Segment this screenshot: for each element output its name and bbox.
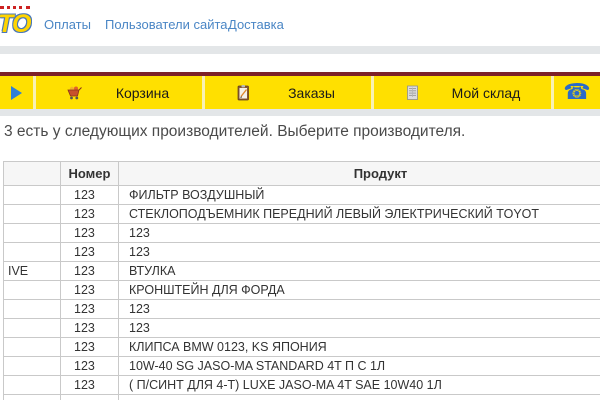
cell-number: 123 bbox=[61, 205, 119, 224]
cell-manufacturer bbox=[4, 186, 61, 205]
phone-contact-button[interactable]: ☎ bbox=[554, 76, 600, 109]
cell-product: 123 bbox=[119, 319, 600, 338]
orders-button[interactable]: Заказы bbox=[205, 76, 371, 109]
cell-product: КРОНШТЕЙН ДЛЯ ФОРДА bbox=[119, 281, 600, 300]
column-header-product: Продукт bbox=[119, 162, 600, 186]
table-row[interactable]: 123123 bbox=[4, 243, 600, 262]
manufacturers-table: Номер Продукт 123ФИЛЬТР ВОЗДУШНЫЙ123СТЕК… bbox=[3, 161, 600, 400]
cell-manufacturer bbox=[4, 376, 61, 395]
table-row[interactable]: 12310W-40 SG JASO-MA STANDARD 4T П С 1Л bbox=[4, 357, 600, 376]
logo-text: ТО bbox=[0, 10, 30, 39]
cell-number: 123 bbox=[61, 319, 119, 338]
main-toolbar: Корзина Заказы bbox=[0, 76, 600, 109]
cell-number: 123 bbox=[61, 281, 119, 300]
cell-number: 123 bbox=[61, 243, 119, 262]
phone-icon: ☎ bbox=[563, 82, 590, 104]
table-row[interactable]: 123( П/СИНТ ДЛЯ 4-Т) LUXE JASO-MA 4T SAE… bbox=[4, 376, 600, 395]
cell-manufacturer: IVE bbox=[4, 262, 61, 281]
orders-clipboard-icon bbox=[235, 84, 252, 101]
cell-product: 123 bbox=[119, 243, 600, 262]
table-row[interactable]: 123КРОНШТЕЙН ДЛЯ ФОРДА bbox=[4, 281, 600, 300]
table-row[interactable]: 123123 bbox=[4, 300, 600, 319]
cell-manufacturer bbox=[4, 205, 61, 224]
cell-product: КЛИПСА BMW 0123, KS ЯПОНИЯ bbox=[119, 338, 600, 357]
cell-number: 123 bbox=[61, 300, 119, 319]
cell-number: 123 bbox=[61, 357, 119, 376]
cell-manufacturer bbox=[4, 243, 61, 262]
cell-product: 123 bbox=[119, 300, 600, 319]
table-row[interactable]: 123ФИЛЬТР ВОЗДУШНЫЙ bbox=[4, 186, 600, 205]
column-header-number: Номер bbox=[61, 162, 119, 186]
collapse-arrow-button[interactable] bbox=[0, 76, 33, 109]
cart-button[interactable]: Корзина bbox=[36, 76, 202, 109]
cell-manufacturer bbox=[4, 300, 61, 319]
cell-product: ФИЛЬТР ВОЗДУШНЫЙ bbox=[119, 186, 600, 205]
table-row[interactable]: 123СТЕКЛОПОДЪЕМНИК ПЕРЕДНИЙ ЛЕВЫЙ ЭЛЕКТР… bbox=[4, 205, 600, 224]
cell-product: СТЕКЛОПОДЪЕМНИК ПЕРЕДНИЙ ЛЕВЫЙ ЭЛЕКТРИЧЕ… bbox=[119, 205, 600, 224]
page-title: 3 есть у следующих производителей. Выбер… bbox=[4, 123, 594, 141]
cell-manufacturer bbox=[4, 224, 61, 243]
table-row[interactable]: IVE123ВТУЛКА bbox=[4, 262, 600, 281]
nav-link-payments[interactable]: Оплаты bbox=[44, 17, 91, 32]
table-row[interactable]: 123123 bbox=[4, 224, 600, 243]
nav-link-delivery[interactable]: Доставка bbox=[228, 17, 284, 32]
cell-number: 123 bbox=[61, 338, 119, 357]
nav-link-site-users[interactable]: Пользователи сайта bbox=[105, 17, 228, 32]
site-header: ТО Оплаты Пользователи сайта Доставка bbox=[0, 0, 600, 46]
warehouse-ledger-icon bbox=[404, 84, 421, 101]
site-logo[interactable]: ТО bbox=[0, 2, 44, 42]
table-row-partial bbox=[4, 395, 600, 400]
cell-manufacturer bbox=[4, 357, 61, 376]
cell-number: 123 bbox=[61, 262, 119, 281]
cart-icon bbox=[66, 84, 83, 101]
page: ТО Оплаты Пользователи сайта Доставка bbox=[0, 0, 600, 400]
cell-manufacturer bbox=[4, 281, 61, 300]
cell-empty bbox=[61, 395, 119, 400]
table-row[interactable]: 123КЛИПСА BMW 0123, KS ЯПОНИЯ bbox=[4, 338, 600, 357]
divider-band-top bbox=[0, 46, 600, 54]
logo-tagline-decoration bbox=[0, 6, 30, 9]
divider-band-bottom bbox=[0, 109, 600, 116]
cell-product: 123 bbox=[119, 224, 600, 243]
cell-product: ВТУЛКА bbox=[119, 262, 600, 281]
play-arrow-icon bbox=[11, 86, 22, 100]
cell-manufacturer bbox=[4, 319, 61, 338]
cell-number: 123 bbox=[61, 376, 119, 395]
cell-product: 10W-40 SG JASO-MA STANDARD 4T П С 1Л bbox=[119, 357, 600, 376]
orders-button-label: Заказы bbox=[252, 85, 371, 101]
cell-empty bbox=[4, 395, 61, 400]
cart-button-label: Корзина bbox=[83, 85, 202, 101]
cell-number: 123 bbox=[61, 186, 119, 205]
results-table-container: Номер Продукт 123ФИЛЬТР ВОЗДУШНЫЙ123СТЕК… bbox=[3, 161, 600, 400]
column-header-manufacturer bbox=[4, 162, 61, 186]
my-warehouse-button-label: Мой склад bbox=[421, 85, 551, 101]
cell-manufacturer bbox=[4, 338, 61, 357]
table-row[interactable]: 123123 bbox=[4, 319, 600, 338]
table-body: 123ФИЛЬТР ВОЗДУШНЫЙ123СТЕКЛОПОДЪЕМНИК ПЕ… bbox=[4, 186, 600, 400]
table-header-row: Номер Продукт bbox=[4, 162, 600, 186]
cell-product: ( П/СИНТ ДЛЯ 4-Т) LUXE JASO-MA 4T SAE 10… bbox=[119, 376, 600, 395]
cell-empty bbox=[119, 395, 600, 400]
cell-number: 123 bbox=[61, 224, 119, 243]
my-warehouse-button[interactable]: Мой склад bbox=[374, 76, 551, 109]
